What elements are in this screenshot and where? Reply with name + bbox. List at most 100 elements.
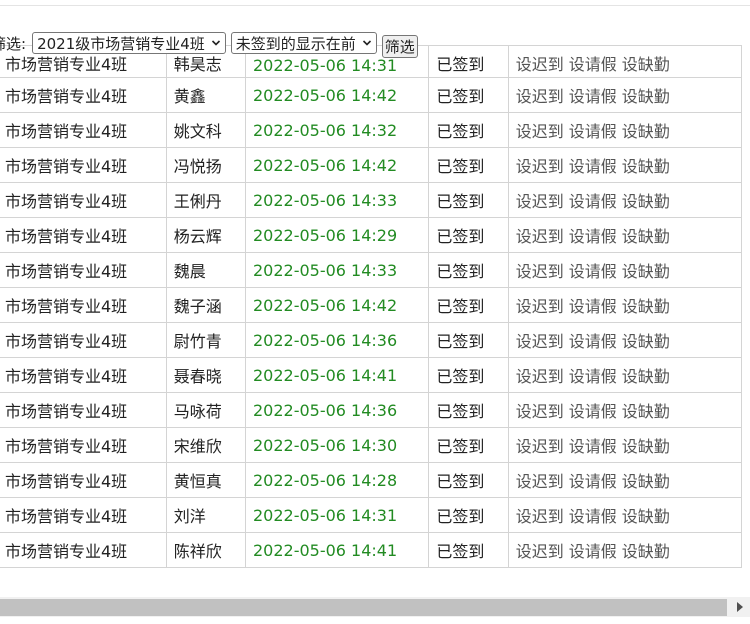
table-row: 市场营销专业4班 冯悦扬 2022-05-06 14:42 已签到 设迟到 设请假 设缺勤 bbox=[0, 147, 743, 183]
actions-cell: 设迟到 设请假 设缺勤 bbox=[507, 497, 743, 533]
scroll-right-arrow-icon[interactable] bbox=[730, 597, 750, 617]
class-select-value: 2021级市场营销专业4班 bbox=[37, 34, 205, 53]
table-row: 市场营销专业4班 魏晨 2022-05-06 14:33 已签到 设迟到 设请假 设缺勤 bbox=[0, 252, 743, 288]
set-late-link[interactable]: 设迟到 bbox=[516, 472, 564, 491]
set-absent-link[interactable]: 设缺勤 bbox=[622, 122, 670, 141]
set-late-link[interactable]: 设迟到 bbox=[516, 402, 564, 421]
student-name-cell: 刘洋 bbox=[165, 497, 246, 533]
student-name-cell: 聂春晓 bbox=[165, 357, 246, 393]
signin-time-cell: 2022-05-06 14:33 bbox=[244, 252, 430, 288]
set-leave-link[interactable]: 设请假 bbox=[569, 297, 617, 316]
student-name-cell: 姚文科 bbox=[165, 112, 246, 148]
set-leave-link[interactable]: 设请假 bbox=[569, 262, 617, 281]
set-late-link[interactable]: 设迟到 bbox=[516, 55, 564, 74]
signin-time-cell: 2022-05-06 14:42 bbox=[244, 147, 430, 183]
set-late-link[interactable]: 设迟到 bbox=[516, 332, 564, 351]
status-cell: 已签到 bbox=[428, 462, 509, 498]
set-late-link[interactable]: 设迟到 bbox=[516, 367, 564, 386]
actions-cell: 设迟到 设请假 设缺勤 bbox=[507, 182, 743, 218]
student-name-cell: 冯悦扬 bbox=[165, 147, 246, 183]
status-cell: 已签到 bbox=[428, 45, 509, 78]
set-leave-link[interactable]: 设请假 bbox=[569, 122, 617, 141]
table-row: 市场营销专业4班 魏子涵 2022-05-06 14:42 已签到 设迟到 设请假 设缺勤 bbox=[0, 287, 743, 323]
class-cell: 市场营销专业4班 bbox=[0, 217, 167, 253]
set-leave-link[interactable]: 设请假 bbox=[569, 332, 617, 351]
set-late-link[interactable]: 设迟到 bbox=[516, 87, 564, 106]
scrollbar-thumb[interactable] bbox=[0, 599, 727, 616]
set-absent-link[interactable]: 设缺勤 bbox=[622, 367, 670, 386]
signin-time-cell: 2022-05-06 14:36 bbox=[244, 322, 430, 358]
status-cell: 已签到 bbox=[428, 147, 509, 183]
actions-cell: 设迟到 设请假 设缺勤 bbox=[507, 427, 743, 463]
set-leave-link[interactable]: 设请假 bbox=[569, 55, 617, 74]
status-cell: 已签到 bbox=[428, 357, 509, 393]
set-late-link[interactable]: 设迟到 bbox=[516, 262, 564, 281]
class-cell: 市场营销专业4班 bbox=[0, 322, 167, 358]
table-row: 市场营销专业4班 黄恒真 2022-05-06 14:28 已签到 设迟到 设请假 设缺勤 bbox=[0, 462, 743, 498]
student-name-cell: 马咏荷 bbox=[165, 392, 246, 428]
set-absent-link[interactable]: 设缺勤 bbox=[622, 192, 670, 211]
set-leave-link[interactable]: 设请假 bbox=[569, 507, 617, 526]
class-cell: 市场营销专业4班 bbox=[0, 427, 167, 463]
filter-button[interactable]: 筛选 bbox=[381, 34, 418, 58]
set-absent-link[interactable]: 设缺勤 bbox=[622, 402, 670, 421]
chevron-down-icon bbox=[211, 40, 220, 46]
actions-cell: 设迟到 设请假 设缺勤 bbox=[507, 462, 743, 498]
sort-select[interactable]: 未签到的显示在前 bbox=[230, 32, 377, 54]
set-late-link[interactable]: 设迟到 bbox=[516, 542, 564, 561]
class-cell: 市场营销专业4班 bbox=[0, 462, 167, 498]
class-cell: 市场营销专业4班 bbox=[0, 532, 167, 568]
actions-cell: 设迟到 设请假 设缺勤 bbox=[507, 147, 743, 183]
set-absent-link[interactable]: 设缺勤 bbox=[622, 297, 670, 316]
status-cell: 已签到 bbox=[428, 77, 509, 113]
status-cell: 已签到 bbox=[428, 217, 509, 253]
set-late-link[interactable]: 设迟到 bbox=[516, 122, 564, 141]
signin-time-cell: 2022-05-06 14:29 bbox=[244, 217, 430, 253]
set-leave-link[interactable]: 设请假 bbox=[569, 227, 617, 246]
table-row: 市场营销专业4班 尉竹青 2022-05-06 14:36 已签到 设迟到 设请假 设缺勤 bbox=[0, 322, 743, 358]
set-late-link[interactable]: 设迟到 bbox=[516, 507, 564, 526]
set-absent-link[interactable]: 设缺勤 bbox=[622, 55, 670, 74]
student-name-cell: 杨云辉 bbox=[165, 217, 246, 253]
signin-time-cell: 2022-05-06 14:36 bbox=[244, 392, 430, 428]
attendance-table-viewport: 市场营销专业4班 韩昊志 2022-05-06 14:31 已签到 设迟到 设请假 设缺勤市… bbox=[0, 45, 750, 597]
set-leave-link[interactable]: 设请假 bbox=[569, 367, 617, 386]
set-absent-link[interactable]: 设缺勤 bbox=[622, 227, 670, 246]
set-late-link[interactable]: 设迟到 bbox=[516, 437, 564, 456]
set-absent-link[interactable]: 设缺勤 bbox=[622, 157, 670, 176]
set-absent-link[interactable]: 设缺勤 bbox=[622, 332, 670, 351]
set-late-link[interactable]: 设迟到 bbox=[516, 157, 564, 176]
horizontal-scrollbar[interactable] bbox=[0, 597, 750, 617]
set-leave-link[interactable]: 设请假 bbox=[569, 472, 617, 491]
set-absent-link[interactable]: 设缺勤 bbox=[622, 507, 670, 526]
set-leave-link[interactable]: 设请假 bbox=[569, 192, 617, 211]
signin-time-cell: 2022-05-06 14:32 bbox=[244, 112, 430, 148]
set-absent-link[interactable]: 设缺勤 bbox=[622, 542, 670, 561]
set-leave-link[interactable]: 设请假 bbox=[569, 87, 617, 106]
set-leave-link[interactable]: 设请假 bbox=[569, 157, 617, 176]
class-cell: 市场营销专业4班 bbox=[0, 287, 167, 323]
set-leave-link[interactable]: 设请假 bbox=[569, 542, 617, 561]
chevron-down-icon bbox=[362, 40, 371, 46]
class-cell: 市场营销专业4班 bbox=[0, 357, 167, 393]
set-leave-link[interactable]: 设请假 bbox=[569, 402, 617, 421]
set-absent-link[interactable]: 设缺勤 bbox=[622, 87, 670, 106]
status-cell: 已签到 bbox=[428, 392, 509, 428]
student-name-cell: 尉竹青 bbox=[165, 322, 246, 358]
actions-cell: 设迟到 设请假 设缺勤 bbox=[507, 45, 743, 78]
actions-cell: 设迟到 设请假 设缺勤 bbox=[507, 357, 743, 393]
set-absent-link[interactable]: 设缺勤 bbox=[622, 262, 670, 281]
signin-time-cell: 2022-05-06 14:31 bbox=[244, 497, 430, 533]
set-leave-link[interactable]: 设请假 bbox=[569, 437, 617, 456]
set-late-link[interactable]: 设迟到 bbox=[516, 297, 564, 316]
set-late-link[interactable]: 设迟到 bbox=[516, 227, 564, 246]
signin-time-cell: 2022-05-06 14:33 bbox=[244, 182, 430, 218]
status-cell: 已签到 bbox=[428, 322, 509, 358]
actions-cell: 设迟到 设请假 设缺勤 bbox=[507, 287, 743, 323]
actions-cell: 设迟到 设请假 设缺勤 bbox=[507, 112, 743, 148]
sort-select-value: 未签到的显示在前 bbox=[235, 34, 356, 53]
set-late-link[interactable]: 设迟到 bbox=[516, 192, 564, 211]
set-absent-link[interactable]: 设缺勤 bbox=[622, 472, 670, 491]
class-select[interactable]: 2021级市场营销专业4班 bbox=[32, 32, 226, 54]
set-absent-link[interactable]: 设缺勤 bbox=[622, 437, 670, 456]
